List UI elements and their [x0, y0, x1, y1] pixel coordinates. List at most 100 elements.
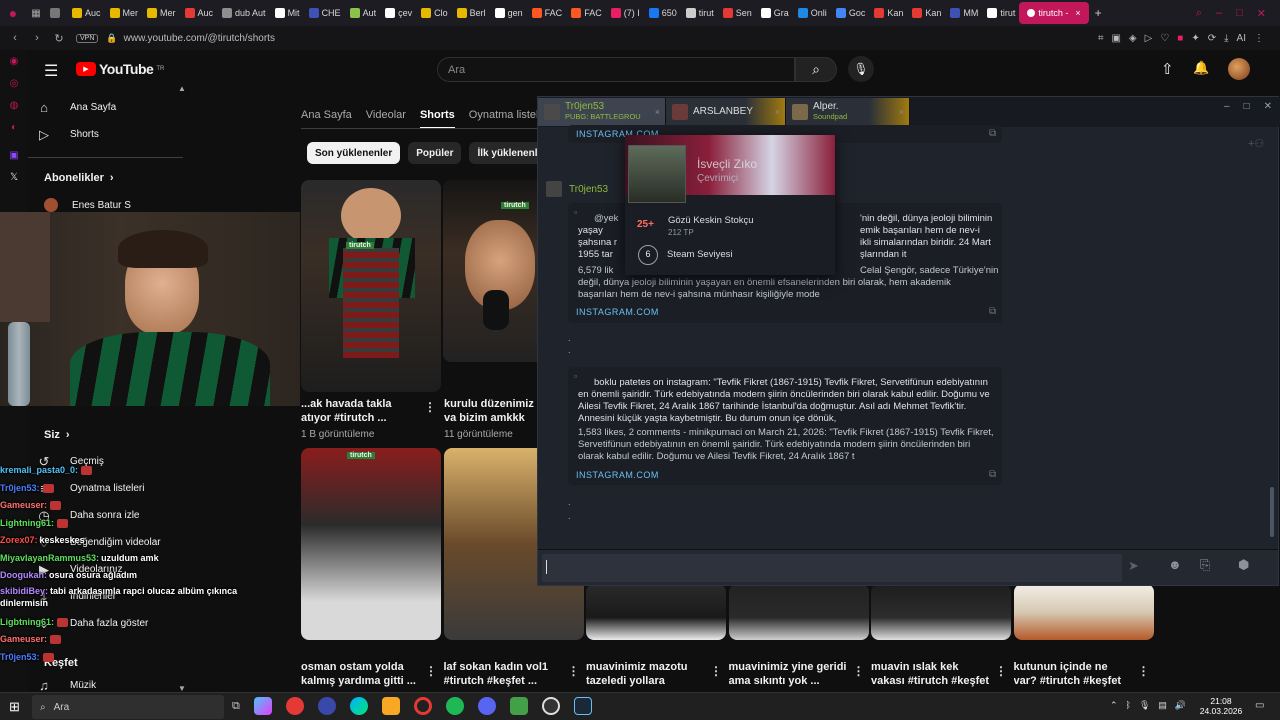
screenshot-icon[interactable]: ⌗ — [1098, 33, 1104, 44]
browser-tab[interactable]: Goc — [832, 2, 870, 24]
browser-tab[interactable] — [46, 2, 67, 24]
search-input[interactable]: Ara — [448, 64, 465, 76]
short-thumbnail[interactable] — [728, 584, 869, 640]
notifications-bell-icon[interactable]: 🔔 — [1193, 60, 1209, 76]
tray-expand-icon[interactable]: ⌃ — [1110, 700, 1118, 711]
tab-channel[interactable]: Ana Sayfa — [301, 109, 352, 129]
x-icon[interactable]: 𝕏 — [0, 172, 28, 194]
embed-source-link[interactable]: INSTAGRAM.COM — [576, 470, 659, 480]
short-thumbnail[interactable] — [871, 584, 1011, 640]
copilot-icon[interactable] — [253, 697, 272, 715]
more-menu-icon[interactable]: ⋮ — [1254, 33, 1264, 44]
file-explorer-icon[interactable] — [381, 697, 400, 715]
browser-tab[interactable]: Auc — [68, 2, 105, 24]
chat-tab[interactable]: Tr0jen53 PUBG: BATTLEGROU × — [538, 98, 666, 126]
notification-center-icon[interactable]: ▭ — [1255, 700, 1264, 711]
maximize-window-icon[interactable]: □ — [1236, 7, 1243, 20]
chat-scrollbar[interactable] — [1270, 487, 1274, 537]
microphone-tray-icon[interactable]: 🎙 — [1139, 700, 1150, 711]
minimize-chat-icon[interactable]: – — [1224, 101, 1230, 112]
close-window-icon[interactable]: ✕ — [1257, 7, 1266, 20]
sidebar-item-shorts[interactable]: ▷ Shorts — [28, 121, 183, 148]
subscription-item[interactable]: Enes Batur S — [44, 198, 131, 212]
short-more-icon[interactable]: ⋮ — [853, 664, 865, 678]
browser-tab[interactable]: FAC — [567, 2, 606, 24]
browser-tab[interactable]: 650 — [645, 2, 681, 24]
attachment-icon[interactable]: ⎘ — [1200, 557, 1210, 573]
scroll-up-icon[interactable]: ▲ — [178, 84, 186, 93]
tab-channel[interactable]: Shorts — [419, 109, 455, 129]
copy-icon[interactable]: ⧉ — [989, 128, 996, 139]
browser-tab[interactable]: gen — [491, 2, 527, 24]
edge-icon[interactable] — [349, 697, 368, 715]
bookmark-icon[interactable]: ■ — [1177, 33, 1183, 44]
short-title[interactable]: muavin ıslak kek vakası #tirutch #keşfet… — [871, 660, 989, 688]
windows-start-icon[interactable]: ⊞ — [9, 699, 20, 715]
browser-tab[interactable]: tirut — [983, 2, 1019, 24]
filter-chip[interactable]: Son yüklenenler — [307, 142, 401, 164]
short-title[interactable]: ...ak havada takla atıyor #tirutch ... — [301, 397, 421, 425]
grid-icon[interactable]: ▦ — [26, 8, 46, 19]
upload-icon[interactable]: ⇧ — [1161, 60, 1174, 78]
emoji-icon[interactable]: ☻ — [1168, 557, 1182, 572]
maximize-chat-icon[interactable]: □ — [1244, 101, 1250, 112]
add-friend-icon[interactable]: +⚇ — [1248, 137, 1264, 150]
heart-icon[interactable]: ♡ — [1160, 33, 1169, 44]
browser-tab[interactable]: Gra — [757, 2, 793, 24]
browser-tab[interactable]: Sen — [719, 2, 756, 24]
opera-icon[interactable] — [413, 697, 432, 715]
steam-icon[interactable] — [573, 697, 592, 715]
new-tab-button[interactable]: + — [1095, 6, 1102, 20]
shield-icon[interactable]: ◈ — [1129, 33, 1137, 44]
short-thumbnail[interactable]: tirutch — [301, 180, 441, 392]
profile-avatar[interactable] — [628, 145, 686, 203]
short-more-icon[interactable]: ⋮ — [995, 664, 1007, 678]
obs-icon[interactable] — [541, 697, 560, 715]
short-more-icon[interactable]: ⋮ — [425, 664, 437, 678]
vpn-badge[interactable]: VPN — [76, 33, 99, 43]
copy-icon[interactable]: ⧉ — [989, 469, 996, 480]
short-title[interactable]: muavinimiz yine geridi ama sıkıntı yok .… — [729, 660, 847, 688]
play-icon[interactable]: ▷ — [1145, 33, 1153, 44]
discord-icon[interactable] — [477, 697, 496, 715]
short-thumbnail[interactable]: tirutch — [301, 448, 441, 640]
close-chat-tab-icon[interactable]: × — [655, 107, 660, 117]
url-field[interactable]: www.youtube.com/@tirutch/shorts — [124, 33, 275, 44]
browser-tab[interactable]: tirut — [682, 2, 718, 24]
close-tab-icon[interactable]: × — [1075, 8, 1080, 18]
short-title[interactable]: kurulu düzenimiz va bizim amkkk #tiru — [444, 397, 539, 425]
voice-icon[interactable]: ⬢ — [1238, 557, 1249, 573]
voice-search-button[interactable]: 🎙 — [848, 56, 874, 82]
download-icon[interactable]: ⤓ — [1224, 33, 1228, 44]
telegram-icon[interactable]: ◐ — [0, 122, 28, 144]
filter-chip[interactable]: Popüler — [408, 142, 462, 164]
chat-message-input[interactable] — [542, 554, 1122, 582]
whatsapp-icon[interactable]: ◍ — [0, 100, 28, 122]
browser-tab[interactable]: Auc — [181, 2, 218, 24]
taskbar-search[interactable]: ⌕ Ara — [32, 695, 224, 719]
short-more-icon[interactable]: ⋮ — [710, 664, 722, 678]
browser-tab[interactable]: Clo — [417, 2, 452, 24]
short-thumbnail[interactable] — [1013, 584, 1154, 640]
short-title[interactable]: osman ostam yolda kalmış yardıma gitti .… — [301, 660, 419, 688]
short-title[interactable]: laf sokan kadın vol1 #tirutch #keşfet ..… — [444, 660, 562, 688]
media-app-icon[interactable] — [317, 697, 336, 715]
twitch-icon[interactable]: ▣ — [0, 150, 28, 172]
search-button[interactable]: ⌕ — [795, 57, 837, 82]
browser-tab[interactable]: Mit — [271, 2, 304, 24]
sender-avatar[interactable] — [546, 181, 562, 197]
search-box[interactable]: Ara — [437, 57, 795, 82]
tab-channel[interactable]: Videolar — [366, 109, 406, 129]
copy-icon[interactable]: ⧉ — [989, 306, 996, 317]
sidebar-item-ana-sayfa[interactable]: ⌂ Ana Sayfa — [28, 94, 183, 121]
browser-tab[interactable]: Aut — [346, 2, 381, 24]
youtube-logo[interactable]: ▶ YouTube TR — [76, 61, 164, 77]
browser-tab[interactable]: Kan — [908, 2, 945, 24]
sender-name[interactable]: Tr0jen53 — [569, 184, 608, 195]
send-icon[interactable]: ➤ — [1128, 558, 1139, 574]
reload-icon[interactable]: ↻ — [52, 32, 66, 45]
search-tabs-icon[interactable]: ⌕ — [1196, 7, 1202, 20]
browser-tab[interactable]: MM — [946, 2, 982, 24]
chat-tab[interactable]: Alper. Soundpad × — [786, 98, 910, 126]
close-chat-tab-icon[interactable]: × — [899, 107, 904, 117]
